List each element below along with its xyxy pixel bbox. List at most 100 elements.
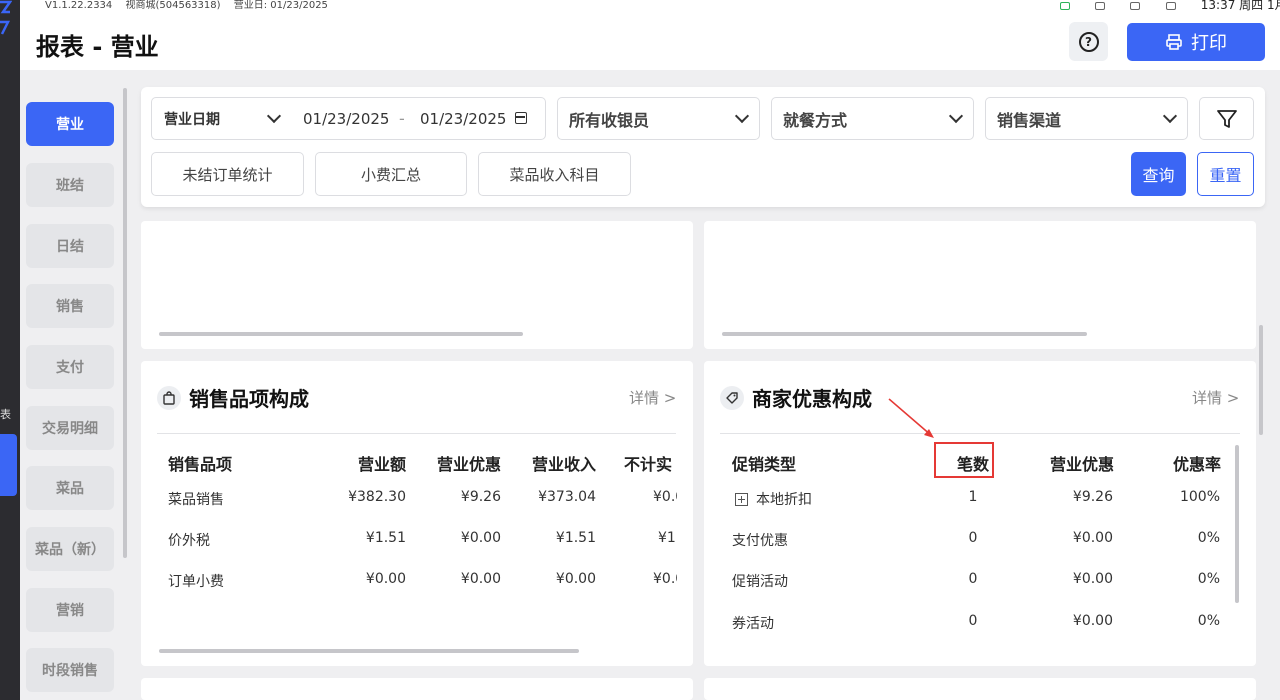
wifi-icon bbox=[1130, 2, 1141, 10]
version-text: V1.1.22.2334 bbox=[45, 0, 113, 11]
table-cell: ¥1.51 bbox=[555, 530, 596, 546]
annotation-arrow-icon bbox=[888, 398, 934, 438]
printer-icon bbox=[1166, 34, 1182, 50]
page-header: 报表 - 营业 ? 打印 bbox=[20, 13, 1280, 70]
merchant-discount-card: 商家优惠构成 详情 > 促销类型 笔数 营业优惠 优惠率 本地折扣 1 ¥9.2… bbox=[704, 361, 1256, 666]
date-separator: - bbox=[399, 109, 405, 128]
divider bbox=[720, 433, 1240, 434]
table-cell: ¥0.00 bbox=[555, 571, 596, 587]
page-title: 报表 - 营业 bbox=[36, 33, 159, 61]
top-left-card bbox=[141, 221, 693, 349]
chevron-down-icon bbox=[266, 108, 282, 124]
app-logo-icon bbox=[0, 0, 12, 35]
table-cell: 0 bbox=[968, 571, 978, 587]
table-cell: 支付优惠 bbox=[732, 533, 788, 549]
cloud-icon bbox=[1165, 2, 1176, 10]
channel-select-value: 销售渠道 bbox=[997, 110, 1062, 130]
column-header: 营业优惠 bbox=[436, 455, 501, 474]
vertical-scrollbar[interactable] bbox=[1235, 445, 1239, 603]
cashier-select-value: 所有收银员 bbox=[569, 110, 650, 130]
table-cell: ¥0.00 bbox=[1072, 530, 1113, 546]
horizontal-scrollbar[interactable] bbox=[159, 332, 523, 336]
unsettled-orders-button[interactable]: 未结订单统计 bbox=[151, 152, 304, 196]
promo-type-label: 本地折扣 bbox=[756, 492, 812, 508]
dish-income-button[interactable]: 菜品收入科目 bbox=[478, 152, 631, 196]
nav-item-payment[interactable]: 支付 bbox=[26, 345, 114, 389]
cashier-select[interactable]: 所有收银员 bbox=[557, 97, 760, 140]
table-cell: 菜品销售 bbox=[168, 492, 224, 508]
table-cell: ¥382.30 bbox=[348, 489, 406, 505]
print-button[interactable]: 打印 bbox=[1127, 23, 1265, 61]
chevron-down-icon bbox=[948, 108, 964, 124]
table-cell[interactable]: 本地折扣 bbox=[735, 489, 812, 509]
table-cell: ¥373.04 bbox=[538, 489, 596, 505]
column-header: 不计实 bbox=[624, 455, 673, 474]
column-header: 优惠率 bbox=[1172, 455, 1221, 474]
query-button[interactable]: 查询 bbox=[1131, 152, 1186, 196]
sales-composition-card: 销售品项构成 详情 > 销售品项 营业额 营业优惠 营业收入 不计实 菜品销售 … bbox=[141, 361, 693, 666]
nav-item-shift[interactable]: 班结 bbox=[26, 163, 114, 207]
expand-icon[interactable] bbox=[735, 493, 748, 506]
table-cell: ¥0.00 bbox=[460, 530, 501, 546]
table-cell: ¥0.0 bbox=[653, 489, 677, 505]
nav-item-daily[interactable]: 日结 bbox=[26, 224, 114, 268]
date-from[interactable]: 01/23/2025 bbox=[303, 110, 389, 128]
tips-summary-button[interactable]: 小费汇总 bbox=[315, 152, 467, 196]
table-cell: 0% bbox=[1197, 571, 1220, 587]
status-bar: V1.1.22.2334 视商城(504563318) 营业日: 01/23/2… bbox=[20, 0, 1280, 13]
clock: 13:37 周四 1月 23日 bbox=[1200, 0, 1280, 12]
table-cell: ¥1. bbox=[658, 530, 677, 546]
table-cell: ¥1.51 bbox=[365, 530, 406, 546]
nav-item-period-sales[interactable]: 时段销售 bbox=[26, 648, 114, 692]
shopping-bag-icon bbox=[157, 385, 181, 410]
table-cell: 订单小费 bbox=[168, 574, 224, 590]
column-header: 销售品项 bbox=[168, 455, 233, 474]
table-cell: 价外税 bbox=[168, 533, 210, 549]
date-type-select[interactable]: 营业日期 bbox=[164, 109, 220, 129]
help-button[interactable]: ? bbox=[1069, 22, 1108, 61]
chevron-down-icon bbox=[734, 108, 750, 124]
business-day-text: 营业日: 01/23/2025 bbox=[233, 0, 328, 11]
annotation-highlight-box bbox=[934, 442, 994, 478]
page-scrollbar[interactable] bbox=[1259, 325, 1263, 435]
nav-scrollbar[interactable] bbox=[123, 88, 127, 558]
details-link[interactable]: 详情 > bbox=[629, 387, 676, 408]
top-right-card bbox=[704, 221, 1256, 349]
nav-item-dishes[interactable]: 菜品 bbox=[26, 466, 114, 510]
horizontal-scrollbar[interactable] bbox=[722, 332, 1087, 336]
table-cell: ¥0.00 bbox=[365, 571, 406, 587]
chevron-down-icon bbox=[1162, 108, 1178, 124]
nav-item-dishes-new[interactable]: 菜品（新） bbox=[26, 527, 114, 571]
nav-item-sales[interactable]: 销售 bbox=[26, 284, 114, 328]
battery-icon bbox=[1060, 2, 1070, 10]
horizontal-scrollbar[interactable] bbox=[159, 649, 579, 653]
date-range-picker[interactable]: 营业日期 01/23/2025 - 01/23/2025 bbox=[151, 97, 546, 140]
app-rail: 表 bbox=[0, 0, 20, 700]
table-cell: 1 bbox=[968, 489, 978, 505]
dining-select[interactable]: 就餐方式 bbox=[771, 97, 974, 140]
nav-item-business[interactable]: 营业 bbox=[26, 102, 114, 146]
table-cell: 促销活动 bbox=[732, 574, 788, 590]
bottom-right-card bbox=[704, 678, 1256, 700]
filter-panel: 营业日期 01/23/2025 - 01/23/2025 所有收银员 就餐方式 … bbox=[141, 87, 1265, 207]
help-icon: ? bbox=[1078, 31, 1099, 52]
funnel-icon bbox=[1216, 109, 1237, 128]
nav-item-marketing[interactable]: 营销 bbox=[26, 588, 114, 632]
date-to[interactable]: 01/23/2025 bbox=[420, 110, 506, 128]
channel-select[interactable]: 销售渠道 bbox=[985, 97, 1188, 140]
details-link[interactable]: 详情 > bbox=[1192, 387, 1239, 408]
nav-item-transactions[interactable]: 交易明细 bbox=[26, 406, 114, 450]
reset-button[interactable]: 重置 bbox=[1197, 152, 1254, 196]
rail-active-item[interactable] bbox=[0, 434, 17, 496]
table-cell: 0% bbox=[1197, 530, 1220, 546]
table-cell: ¥0.00 bbox=[1072, 613, 1113, 629]
filter-button[interactable] bbox=[1199, 97, 1254, 140]
table-cell: ¥0.00 bbox=[1072, 571, 1113, 587]
card-title: 商家优惠构成 bbox=[752, 387, 872, 411]
rail-label: 表 bbox=[0, 408, 11, 421]
card-title: 销售品项构成 bbox=[189, 387, 309, 411]
table-cell: 0 bbox=[968, 613, 978, 629]
calendar-icon[interactable] bbox=[515, 112, 527, 124]
table-cell: 0% bbox=[1197, 613, 1220, 629]
table-cell: ¥9.26 bbox=[460, 489, 501, 505]
